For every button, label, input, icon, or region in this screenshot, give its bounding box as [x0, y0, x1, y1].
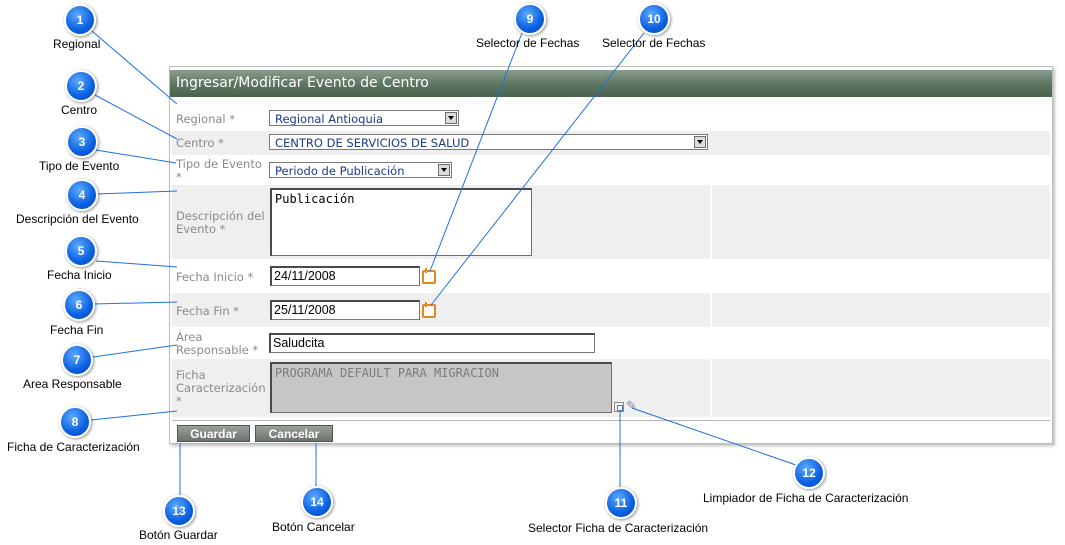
regional-select[interactable]: Regional Antioquia [269, 110, 459, 126]
fecha-inicio-cell: 24/11/2008 [268, 259, 710, 293]
callout-badge-13: 13 [163, 495, 195, 527]
callout-badge-2: 2 [65, 70, 97, 102]
fecha-fin-extra-cell [710, 293, 1052, 327]
tipo-evento-select[interactable]: Periodo de Publicación [269, 162, 452, 178]
callout-line [91, 30, 178, 105]
row-area-responsable: Área Responsable * Saludcita [172, 327, 1050, 359]
centro-cell: CENTRO DE SERVICIOS DE SALUD [268, 131, 1048, 155]
callout-badge-12: 12 [793, 457, 825, 489]
row-regional: Regional * Regional Antioquia [172, 107, 1050, 131]
callout-label-guardar: Botón Guardar [139, 528, 218, 542]
descripcion-value: Publicación [275, 192, 355, 206]
callout-badge-10: 10 [638, 3, 670, 35]
callout-badge-11: 11 [605, 487, 637, 519]
callout-badge-1: 1 [64, 4, 96, 36]
select-list-icon[interactable] [614, 402, 624, 412]
callout-badge-8: 8 [59, 406, 91, 438]
callout-line [95, 260, 178, 268]
callout-badge-9: 9 [514, 3, 546, 35]
callout-badge-14: 14 [301, 486, 333, 518]
callout-badge-7: 7 [61, 344, 93, 376]
regional-label: Regional * [176, 112, 236, 126]
callout-label-descripcion: Descripción del Evento [16, 212, 139, 226]
descripcion-cell: Publicación [268, 185, 710, 259]
centro-select[interactable]: CENTRO DE SERVICIOS DE SALUD [269, 134, 708, 150]
callout-badge-3: 3 [66, 126, 98, 158]
callout-label-selector-fechas-1: Selector de Fechas [476, 36, 580, 50]
row-ficha: Ficha Caracterización * PROGRAMA DEFAULT… [172, 359, 1050, 417]
area-label-line2: Responsable * [176, 343, 259, 357]
tipo-evento-select-value: Periodo de Publicación [275, 164, 405, 178]
callout-label-cancelar: Botón Cancelar [272, 520, 355, 534]
dropdown-arrow-icon[interactable] [694, 136, 706, 148]
ficha-textarea: PROGRAMA DEFAULT PARA MIGRACION [270, 362, 612, 413]
callout-label-fecha-inicio: Fecha Inicio [47, 268, 112, 282]
save-button[interactable]: Guardar [177, 425, 250, 442]
callout-label-fecha-fin: Fecha Fin [50, 323, 104, 337]
callout-line [92, 344, 178, 358]
ficha-label-line3: * [176, 394, 182, 408]
descripcion-label-line1: Descripción del [176, 209, 265, 223]
tipo-evento-cell: Periodo de Publicación [268, 155, 710, 185]
calendar-icon[interactable] [422, 268, 436, 284]
callout-label-selector-fechas-2: Selector de Fechas [602, 36, 706, 50]
calendar-icon[interactable] [422, 302, 436, 318]
button-bar: Guardar Cancelar [172, 420, 1050, 443]
ficha-label-line1: Ficha [176, 368, 206, 382]
fecha-fin-input[interactable]: 25/11/2008 [270, 300, 420, 320]
ficha-label: Ficha Caracterización * [176, 369, 266, 408]
row-centro: Centro * CENTRO DE SERVICIOS DE SALUD [172, 131, 1050, 155]
descripcion-label: Descripción del Evento * [176, 210, 265, 236]
fecha-fin-cell: 25/11/2008 [268, 293, 710, 327]
tipo-evento-label-line1: Tipo de Evento [176, 157, 262, 171]
row-tipo-evento: Tipo de Evento * Periodo de Publicación [172, 155, 1050, 185]
callout-badge-4: 4 [66, 179, 98, 211]
dropdown-arrow-icon[interactable] [438, 164, 450, 176]
row-fecha-fin: Fecha Fin * 25/11/2008 [172, 293, 1050, 327]
area-input[interactable]: Saludcita [269, 333, 595, 353]
callout-label-centro: Centro [61, 103, 98, 117]
area-label-line1: Área [176, 330, 203, 344]
cancel-button[interactable]: Cancelar [255, 425, 333, 442]
fecha-inicio-label: Fecha Inicio * [176, 270, 254, 284]
callout-line [94, 94, 178, 140]
descripcion-extra-cell [710, 185, 1052, 259]
callout-badge-5: 5 [65, 235, 97, 267]
tipo-evento-label-line2: * [176, 170, 182, 184]
centro-label: Centro * [176, 136, 224, 150]
descripcion-textarea[interactable]: Publicación [270, 188, 532, 256]
event-form-panel: Ingresar/Modificar Evento de Centro Regi… [169, 66, 1053, 444]
callout-label-regional: Regional [53, 37, 101, 51]
ficha-label-line2: Caracterización [176, 381, 266, 395]
callout-label-ficha: Ficha de Caracterización [7, 440, 140, 454]
area-label: Área Responsable * [176, 331, 258, 357]
form-title: Ingresar/Modificar Evento de Centro [170, 70, 1052, 97]
ficha-cell: PROGRAMA DEFAULT PARA MIGRACION ✎ [268, 359, 710, 417]
callout-label-limpiador: Limpiador de Ficha de Caracterización [703, 491, 909, 505]
ficha-extra-cell [710, 359, 1052, 417]
callout-line [95, 190, 178, 195]
area-cell: Saludcita [268, 327, 710, 359]
callout-label-tipo-evento: Tipo de Evento [39, 159, 120, 173]
eraser-icon[interactable]: ✎ [626, 399, 637, 412]
regional-cell: Regional Antioquia [268, 107, 710, 131]
callout-label-area: Area Responsable [23, 377, 122, 391]
ficha-value: PROGRAMA DEFAULT PARA MIGRACION [275, 366, 499, 380]
dropdown-arrow-icon[interactable] [445, 112, 457, 124]
regional-select-value: Regional Antioquia [275, 112, 383, 126]
fecha-inicio-input[interactable]: 24/11/2008 [270, 266, 420, 286]
callout-line [90, 410, 178, 421]
descripcion-label-line2: Evento * [176, 222, 226, 236]
tipo-evento-label: Tipo de Evento * [176, 158, 262, 184]
row-fecha-inicio: Fecha Inicio * 24/11/2008 [172, 259, 1050, 293]
fecha-fin-label: Fecha Fin * [176, 304, 240, 318]
callout-line [92, 301, 178, 305]
centro-select-value: CENTRO DE SERVICIOS DE SALUD [275, 136, 470, 150]
callout-badge-6: 6 [63, 289, 95, 321]
row-descripcion: Descripción del Evento * Publicación [172, 185, 1050, 259]
callout-label-selector-ficha: Selector Ficha de Caracterización [528, 521, 709, 535]
